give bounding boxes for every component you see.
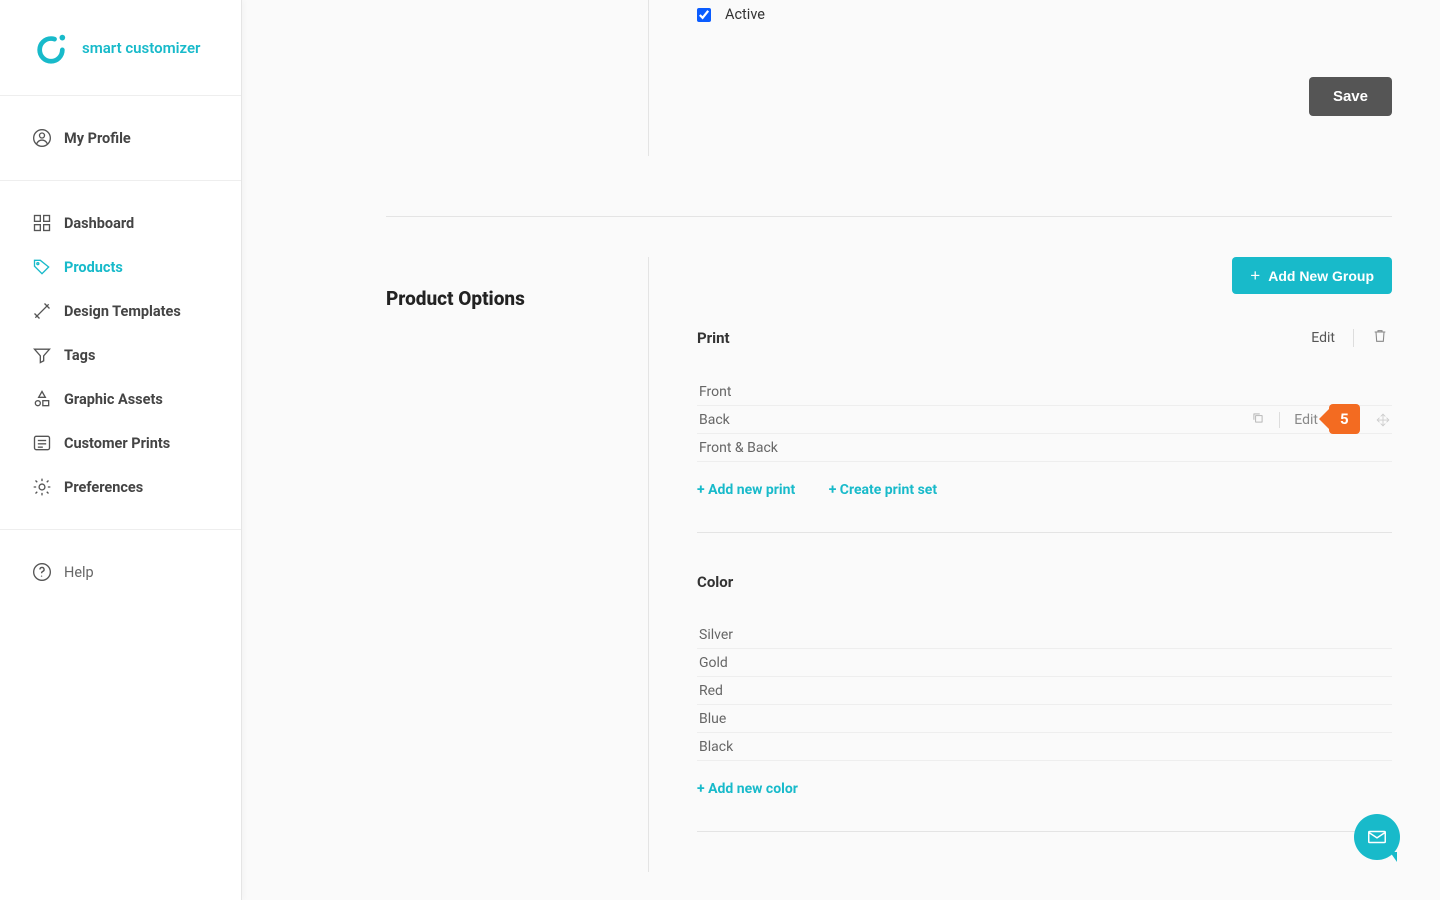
button-label: Add New Group [1268, 268, 1374, 284]
nav-help[interactable]: Help [0, 550, 241, 594]
dashboard-icon [32, 213, 52, 233]
section-divider [386, 216, 1392, 217]
add-new-print-link[interactable]: + Add new print [697, 482, 795, 498]
plus-icon: + [1250, 267, 1260, 284]
nav-label: Help [64, 564, 94, 581]
user-circle-icon [32, 128, 52, 148]
nav-label: Preferences [64, 479, 143, 496]
separator [1353, 329, 1354, 347]
option-row[interactable]: Blue [697, 705, 1392, 733]
drag-handle-icon[interactable] [1376, 413, 1390, 431]
brand-logo-icon [34, 31, 68, 65]
row-edit-link[interactable]: Edit [1294, 412, 1318, 428]
option-label: Front [699, 384, 731, 400]
gear-icon [32, 477, 52, 497]
brand-block: smart customizer [0, 0, 241, 96]
option-label: Black [699, 739, 733, 755]
group-title: Print [697, 329, 730, 347]
trash-icon[interactable] [1372, 328, 1388, 348]
nav-tags[interactable]: Tags [0, 333, 241, 377]
tag-icon [32, 257, 52, 277]
list-icon [32, 433, 52, 453]
row-actions: Edit [1251, 411, 1326, 429]
add-new-group-button[interactable]: + Add New Group [1232, 257, 1392, 294]
ruler-pencil-icon [32, 301, 52, 321]
create-print-set-link[interactable]: + Create print set [829, 482, 937, 498]
nav-dashboard[interactable]: Dashboard [0, 201, 241, 245]
option-group-print: Print Edit Front Back [697, 328, 1392, 533]
option-row[interactable]: Gold [697, 649, 1392, 677]
nav-my-profile[interactable]: My Profile [0, 116, 241, 160]
nav-label: Graphic Assets [64, 391, 163, 408]
duplicate-icon[interactable] [1251, 411, 1265, 429]
product-options-section: Product Options + Add New Group Print Ed… [386, 257, 1392, 872]
option-row[interactable]: Silver [697, 621, 1392, 649]
option-row[interactable]: Front & Back [697, 434, 1392, 462]
group-edit-link[interactable]: Edit [1311, 330, 1335, 346]
callout-number: 5 [1329, 404, 1360, 434]
option-row[interactable]: Red [697, 677, 1392, 705]
group-header-actions: Edit [1311, 328, 1388, 348]
nav-label: Dashboard [64, 215, 134, 232]
nav-label: Products [64, 259, 123, 276]
nav-label: My Profile [64, 130, 131, 147]
option-label: Back [699, 412, 730, 428]
help-circle-icon [32, 562, 52, 582]
nav-products[interactable]: Products [0, 245, 241, 289]
option-label: Gold [699, 655, 728, 671]
nav-help-section: Help [0, 530, 241, 614]
nav-graphic-assets[interactable]: Graphic Assets [0, 377, 241, 421]
option-group-color: Color Silver Gold Red Blue Bl [697, 573, 1392, 832]
nav-profile-section: My Profile [0, 96, 241, 181]
option-label: Red [699, 683, 723, 699]
option-row[interactable]: Front [697, 378, 1392, 406]
group-quicklinks: + Add new color [697, 781, 1392, 797]
active-checkbox[interactable] [697, 8, 711, 22]
group-title: Color [697, 573, 733, 591]
sidebar: smart customizer My Profile Dashboard Pr… [0, 0, 242, 900]
mail-icon [1366, 826, 1388, 848]
nav-main-section: Dashboard Products Design Templates Tags… [0, 181, 241, 530]
nav-label: Tags [64, 347, 95, 364]
group-quicklinks: + Add new print + Create print set [697, 482, 1392, 498]
section-title: Product Options [386, 287, 648, 310]
nav-label: Customer Prints [64, 435, 170, 452]
save-button[interactable]: Save [1309, 77, 1392, 116]
add-new-color-link[interactable]: + Add new color [697, 781, 798, 797]
funnel-icon [32, 345, 52, 365]
nav-preferences[interactable]: Preferences [0, 465, 241, 509]
option-label: Silver [699, 627, 733, 643]
active-checkbox-row[interactable]: Active [697, 6, 1392, 23]
shapes-icon [32, 389, 52, 409]
brand-name: smart customizer [82, 39, 200, 57]
option-row[interactable]: Back Edit 5 [697, 406, 1392, 434]
option-row[interactable]: Black [697, 733, 1392, 761]
contact-mail-button[interactable] [1354, 814, 1400, 860]
nav-customer-prints[interactable]: Customer Prints [0, 421, 241, 465]
main-content: Active Save Product Options + Add New Gr… [242, 0, 1440, 900]
separator [1279, 412, 1280, 428]
step-callout: 5 [1319, 404, 1360, 434]
option-label: Blue [699, 711, 726, 727]
option-label: Front & Back [699, 440, 778, 456]
active-label: Active [725, 6, 765, 23]
nav-label: Design Templates [64, 303, 181, 320]
nav-design-templates[interactable]: Design Templates [0, 289, 241, 333]
